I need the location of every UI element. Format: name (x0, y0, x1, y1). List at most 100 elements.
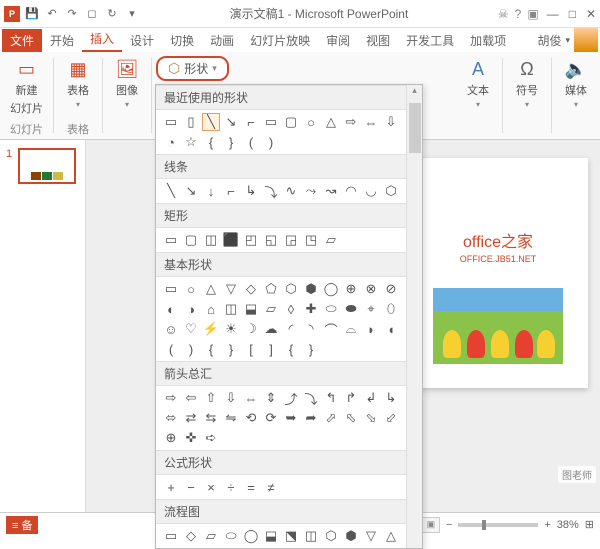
avatar[interactable] (574, 28, 598, 52)
shape-r1[interactable]: ▭ (162, 231, 180, 249)
undo-icon[interactable]: ↶ (44, 6, 60, 22)
shape-b9[interactable]: ◯ (322, 280, 340, 298)
shape-a18[interactable]: ⟳ (262, 409, 280, 427)
shape-rbracket[interactable]: ) (262, 133, 280, 151)
shape-b22[interactable]: ⬬ (342, 300, 360, 318)
shape-b27[interactable]: ⚡ (202, 320, 220, 338)
maximize-button[interactable]: □ (569, 7, 576, 21)
tables-button[interactable]: ▦ 表格 ▾ (58, 56, 98, 111)
tab-insert[interactable]: 插入 (82, 27, 122, 52)
shape-b18[interactable]: ▱ (262, 300, 280, 318)
shape-downarrow[interactable]: ⇩ (382, 113, 400, 131)
tab-design[interactable]: 设计 (122, 29, 162, 52)
tab-addins[interactable]: 加载项 (462, 29, 514, 52)
zoom-in-button[interactable]: + (544, 519, 550, 531)
shape-line9[interactable]: ↝ (322, 182, 340, 200)
shape-b16[interactable]: ◫ (222, 300, 240, 318)
user-dropdown-icon[interactable]: ▾ (565, 35, 570, 46)
redo-icon[interactable]: ↷ (64, 6, 80, 22)
shape-a10[interactable]: ↱ (342, 389, 360, 407)
shape-b38[interactable]: ) (182, 340, 200, 358)
shape-a2[interactable]: ⇦ (182, 389, 200, 407)
shape-eq1[interactable]: + (162, 478, 180, 496)
zoom-slider[interactable] (458, 523, 538, 527)
shape-b37[interactable]: ( (162, 340, 180, 358)
shape-leftrightarrow[interactable]: ⇔ (362, 113, 380, 131)
shape-a5[interactable]: ⇔ (242, 389, 260, 407)
tab-review[interactable]: 审阅 (318, 29, 358, 52)
shape-b43[interactable]: { (282, 340, 300, 358)
shape-b29[interactable]: ☽ (242, 320, 260, 338)
shape-f11[interactable]: ▽ (362, 527, 380, 545)
shape-a15[interactable]: ⇆ (202, 409, 220, 427)
shape-f1[interactable]: ▭ (162, 527, 180, 545)
shape-lbrace[interactable]: { (202, 133, 220, 151)
shape-f10[interactable]: ⬢ (342, 527, 360, 545)
shape-b12[interactable]: ⊘ (382, 280, 400, 298)
shape-rbrace[interactable]: } (222, 133, 240, 151)
shape-b5[interactable]: ◇ (242, 280, 260, 298)
shape-f8[interactable]: ◫ (302, 527, 320, 545)
shape-r2[interactable]: ▢ (182, 231, 200, 249)
shape-a4[interactable]: ⇩ (222, 389, 240, 407)
shape-callout[interactable]: ◔ (162, 133, 180, 151)
new-slide-button[interactable]: ▭ 新建 幻灯片 (4, 56, 49, 118)
help-icon[interactable]: ? (515, 7, 522, 21)
shape-b11[interactable]: ⊗ (362, 280, 380, 298)
shape-line11[interactable]: ◡ (362, 182, 380, 200)
shape-a11[interactable]: ↲ (362, 389, 380, 407)
shape-b31[interactable]: ◜ (282, 320, 300, 338)
shape-r7[interactable]: ◲ (282, 231, 300, 249)
shape-a3[interactable]: ⇧ (202, 389, 220, 407)
shape-line-arrow[interactable]: ↘ (222, 113, 240, 131)
tab-developer[interactable]: 开发工具 (398, 29, 462, 52)
shape-textbox[interactable]: ▭ (162, 113, 180, 131)
tab-slideshow[interactable]: 幻灯片放映 (242, 29, 318, 52)
shape-oval[interactable]: ○ (302, 113, 320, 131)
shape-b19[interactable]: ◊ (282, 300, 300, 318)
slideshow-button[interactable]: ▣ (422, 517, 440, 533)
save-icon[interactable]: 💾 (24, 6, 40, 22)
shape-b40[interactable]: } (222, 340, 240, 358)
shape-b8[interactable]: ⬢ (302, 280, 320, 298)
tab-transitions[interactable]: 切换 (162, 29, 202, 52)
shape-f3[interactable]: ▱ (202, 527, 220, 545)
shape-eq3[interactable]: × (202, 478, 220, 496)
shape-roundrect[interactable]: ▢ (282, 113, 300, 131)
shape-r3[interactable]: ◫ (202, 231, 220, 249)
zoom-out-button[interactable]: − (446, 519, 452, 531)
slide-thumbnail-1[interactable]: 1 (4, 148, 81, 184)
qat-dropdown-icon[interactable]: ▾ (124, 6, 140, 22)
shape-f4[interactable]: ⬭ (222, 527, 240, 545)
shape-rightarrow[interactable]: ⇨ (342, 113, 360, 131)
scrollbar[interactable]: ▴ (406, 85, 422, 548)
shape-line7[interactable]: ∿ (282, 182, 300, 200)
shape-vertical-textbox[interactable]: ▯ (182, 113, 200, 131)
shape-a21[interactable]: ⬀ (322, 409, 340, 427)
shape-b6[interactable]: ⬠ (262, 280, 280, 298)
shape-f7[interactable]: ⬔ (282, 527, 300, 545)
shape-a9[interactable]: ↰ (322, 389, 340, 407)
qat-icon-2[interactable]: ↻ (104, 6, 120, 22)
media-button[interactable]: 🔈 媒体 ▾ (556, 56, 596, 111)
shape-a1[interactable]: ⇨ (162, 389, 180, 407)
shape-line10[interactable]: ◠ (342, 182, 360, 200)
shape-triangle[interactable]: △ (322, 113, 340, 131)
shape-f9[interactable]: ⬡ (322, 527, 340, 545)
shape-line4[interactable]: ⌐ (222, 182, 240, 200)
shape-line2[interactable]: ↘ (182, 182, 200, 200)
shape-r8[interactable]: ◳ (302, 231, 320, 249)
shape-connector[interactable]: ⌐ (242, 113, 260, 131)
close-button[interactable]: ✕ (586, 7, 596, 21)
shape-a8[interactable]: ⤵ (302, 389, 320, 407)
shape-a25[interactable]: ⊕ (162, 429, 180, 447)
shape-b13[interactable]: ◐ (162, 300, 180, 318)
shape-b39[interactable]: { (202, 340, 220, 358)
shape-a12[interactable]: ↳ (382, 389, 400, 407)
shape-a14[interactable]: ⇄ (182, 409, 200, 427)
images-button[interactable]: 🖼 图像 ▾ (107, 56, 147, 111)
shape-f6[interactable]: ⬓ (262, 527, 280, 545)
shape-r4[interactable]: ⬛ (222, 231, 240, 249)
shape-a19[interactable]: ➥ (282, 409, 300, 427)
shape-a6[interactable]: ⇕ (262, 389, 280, 407)
